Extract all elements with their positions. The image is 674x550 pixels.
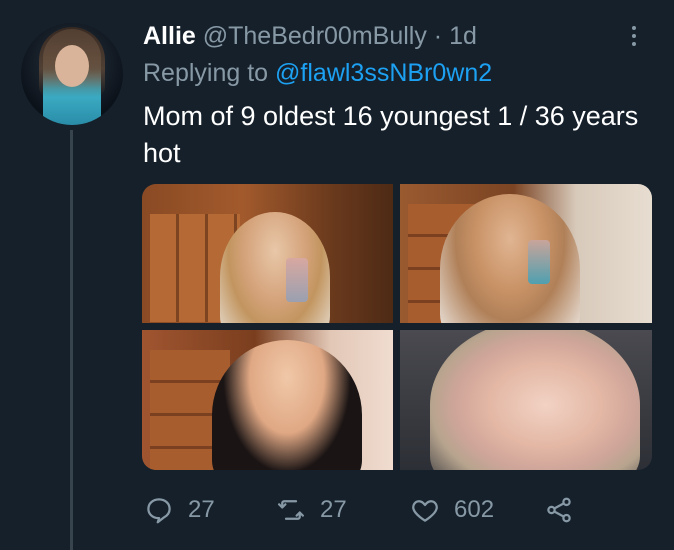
replying-to-mention[interactable]: @flawl3ssNBr0wn2 bbox=[275, 59, 492, 87]
tweet-time[interactable]: 1d bbox=[449, 22, 477, 50]
replying-prefix: Replying to bbox=[143, 59, 269, 87]
media-image-3[interactable] bbox=[142, 330, 393, 470]
like-count: 602 bbox=[454, 496, 495, 523]
more-vertical-icon-dot bbox=[632, 42, 636, 46]
heart-icon bbox=[412, 500, 438, 522]
share-button[interactable] bbox=[544, 490, 574, 530]
replying-to: Replying to @flawl3ssNBr0wn2 bbox=[143, 56, 492, 90]
like-button[interactable]: 602 bbox=[410, 490, 494, 530]
avatar-face bbox=[55, 45, 89, 87]
person bbox=[220, 212, 330, 323]
more-button[interactable] bbox=[624, 22, 644, 52]
more-vertical-icon bbox=[632, 26, 636, 30]
tweet-header: Allie @TheBedr00mBully · 1d bbox=[143, 20, 477, 52]
share-icon bbox=[547, 497, 571, 523]
reply-icon bbox=[147, 498, 171, 524]
person bbox=[430, 330, 640, 470]
media-image-2[interactable] bbox=[400, 184, 652, 323]
retweet-icon bbox=[278, 500, 304, 520]
action-bar: 27 27 602 bbox=[142, 490, 592, 530]
media-image-1[interactable] bbox=[142, 184, 393, 323]
person bbox=[212, 340, 362, 470]
author-handle[interactable]: @TheBedr00mBully bbox=[203, 22, 427, 50]
media-image-4[interactable] bbox=[400, 330, 652, 470]
retweet-count: 27 bbox=[320, 496, 347, 523]
reply-button[interactable]: 27 bbox=[144, 490, 215, 530]
more-vertical-icon-dot bbox=[632, 34, 636, 38]
phone bbox=[528, 240, 550, 284]
separator-dot: · bbox=[433, 22, 443, 50]
author-name[interactable]: Allie bbox=[143, 22, 196, 50]
phone bbox=[286, 258, 308, 302]
thread-line bbox=[70, 130, 73, 550]
tweet[interactable]: Allie @TheBedr00mBully · 1d Replying to … bbox=[0, 0, 674, 550]
reply-count: 27 bbox=[188, 496, 215, 523]
avatar[interactable] bbox=[21, 23, 123, 125]
media-grid bbox=[142, 184, 652, 470]
tweet-text: Mom of 9 oldest 16 youngest 1 / 36 years… bbox=[143, 101, 639, 168]
retweet-button[interactable]: 27 bbox=[276, 490, 347, 530]
